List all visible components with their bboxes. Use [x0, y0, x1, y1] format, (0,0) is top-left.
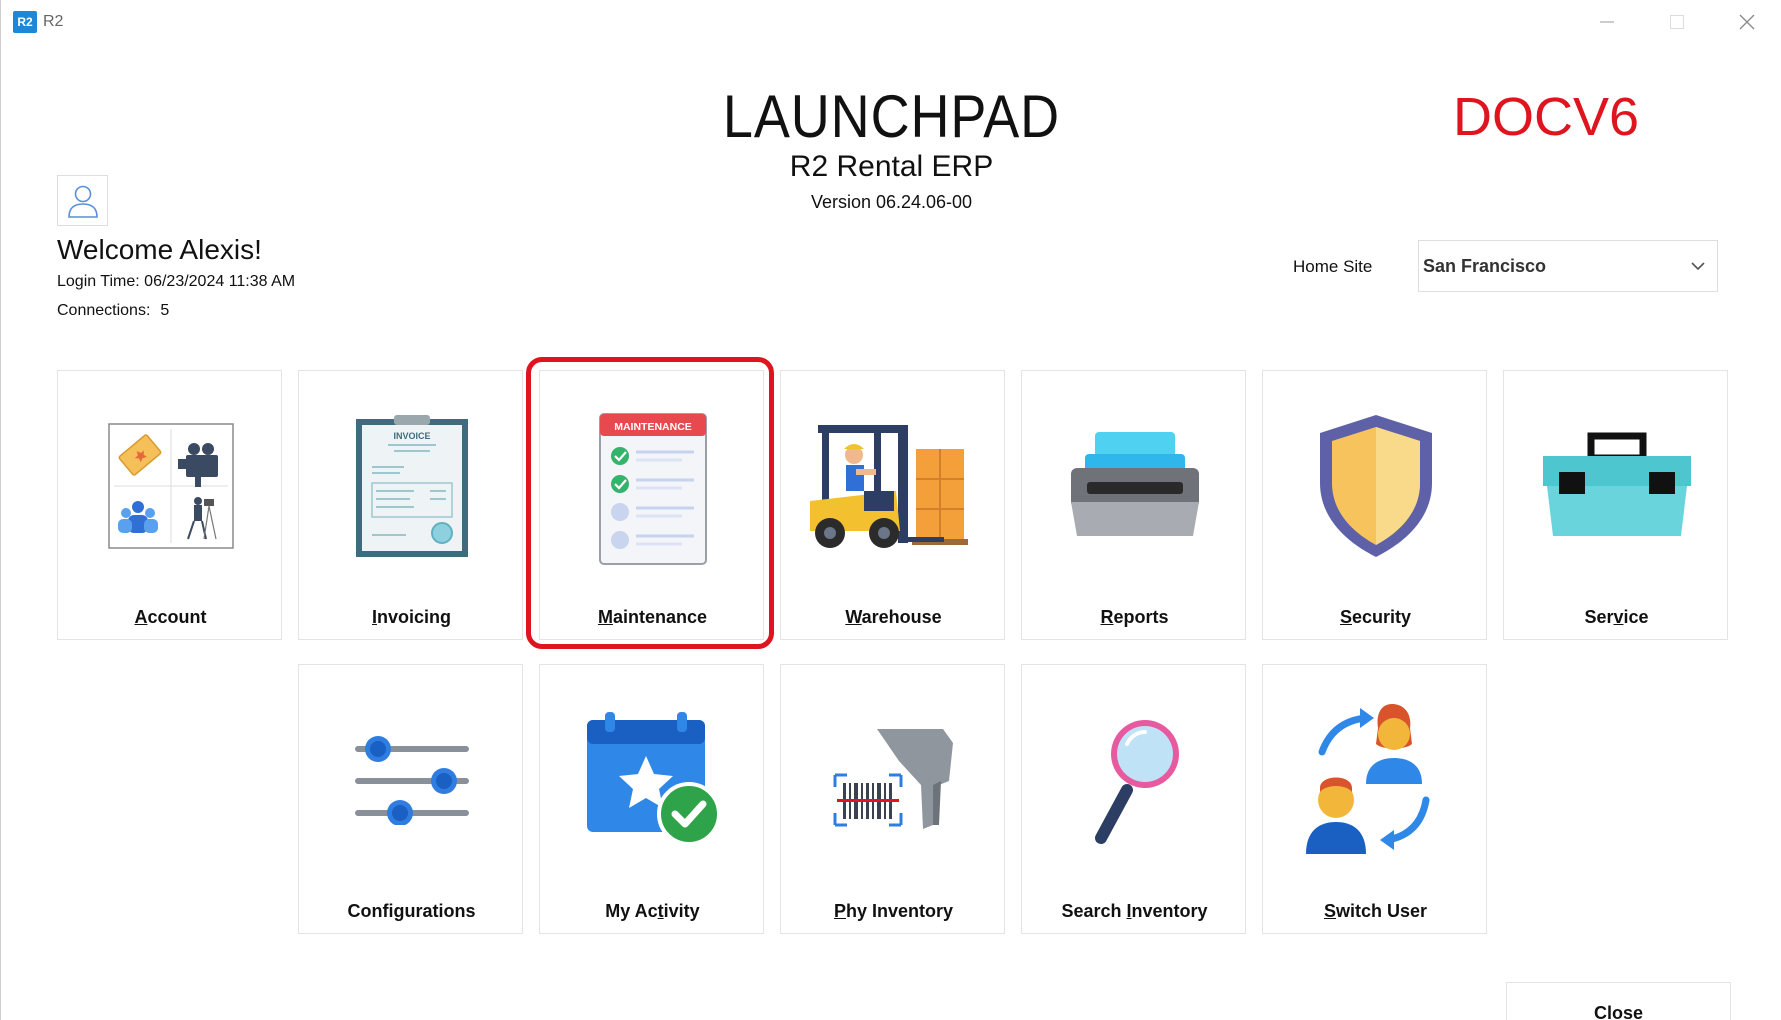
close-button[interactable]: Close — [1506, 982, 1731, 1020]
maximize-icon — [1670, 15, 1684, 29]
reports-label: Reports — [1100, 607, 1169, 627]
warehouse-tile[interactable]: Warehouse — [780, 370, 1005, 640]
configurations-label: Configurations — [347, 901, 476, 921]
service-tile[interactable]: Service — [1503, 370, 1728, 640]
magnifier-icon — [1094, 720, 1179, 844]
chevron-down-icon — [1691, 262, 1705, 271]
connections-label: Connections: — [57, 302, 151, 319]
shield-icon — [1319, 415, 1432, 557]
home-site-value: San Francisco — [1423, 255, 1547, 276]
version-label: Version 06.24.06-00 — [810, 192, 973, 212]
window-title: R2 — [43, 13, 64, 30]
account-label: Account — [134, 607, 207, 627]
minimize-button[interactable] — [1572, 0, 1642, 44]
launchpad-window: R2 R2 LAUNCHPAD R2 Rental ERP Version 06… — [0, 0, 1781, 1020]
search-inventory-label: Search Inventory — [1061, 901, 1208, 921]
sliders-icon — [354, 736, 469, 825]
forklift-icon — [809, 425, 968, 548]
account-icon — [107, 423, 234, 549]
barcode-scanner-icon — [833, 729, 953, 829]
product-name: R2 Rental ERP — [789, 150, 994, 183]
connections: Connections: 5 — [57, 302, 169, 320]
switch-user-icon — [1305, 704, 1429, 854]
account-tile[interactable]: Account — [57, 370, 282, 640]
close-icon — [1739, 14, 1755, 30]
invoice-header-text: INVOICE — [393, 431, 430, 441]
login-time-label: Login Time: — [57, 273, 140, 290]
welcome-message: Welcome Alexis! — [57, 234, 262, 265]
service-label: Service — [1584, 607, 1649, 627]
calendar-check-icon — [586, 712, 721, 846]
minimize-icon — [1600, 21, 1614, 23]
my-activity-label: My Activity — [605, 901, 700, 921]
login-time-value: 06/23/2024 11:38 AM — [144, 273, 296, 290]
window-controls — [1572, 0, 1781, 44]
invoice-icon: INVOICE — [355, 415, 468, 557]
security-label: Security — [1339, 607, 1412, 627]
search-inventory-tile[interactable]: Search Inventory — [1021, 664, 1246, 934]
phy-inventory-tile[interactable]: Phy Inventory — [780, 664, 1005, 934]
home-site-label: Home Site — [1293, 257, 1373, 276]
invoicing-tile[interactable]: INVOICE Invoicing — [298, 370, 523, 640]
warehouse-label: Warehouse — [845, 607, 942, 627]
maintenance-label: Maintenance — [597, 607, 708, 627]
home-site-dropdown[interactable]: San Francisco — [1418, 240, 1718, 292]
security-tile[interactable]: Security — [1262, 370, 1487, 640]
switch-user-tile[interactable]: Switch User — [1262, 664, 1487, 934]
maintenance-tile[interactable]: MAINTENANCE Maintenance — [539, 370, 764, 640]
configurations-tile[interactable]: Configurations — [298, 664, 523, 934]
maximize-button[interactable] — [1642, 0, 1712, 44]
connections-value: 5 — [160, 302, 170, 319]
environment-label: DOCV6 — [1453, 87, 1640, 147]
phy-inventory-label: Phy Inventory — [833, 901, 954, 921]
printer-icon — [1070, 432, 1199, 536]
maintenance-checklist-icon: MAINTENANCE — [598, 413, 707, 565]
reports-tile[interactable]: Reports — [1021, 370, 1246, 640]
title-bar: R2 R2 — [1, 0, 1781, 44]
close-window-button[interactable] — [1712, 0, 1781, 44]
avatar[interactable] — [57, 175, 108, 226]
maintenance-badge-text: MAINTENANCE — [614, 421, 692, 433]
toolbox-icon — [1542, 432, 1691, 536]
my-activity-tile[interactable]: My Activity — [539, 664, 764, 934]
invoicing-label: Invoicing — [371, 607, 452, 627]
login-time: Login Time: 06/23/2024 11:38 AM — [57, 273, 295, 291]
app-logo-icon: R2 — [13, 11, 37, 33]
user-icon — [67, 185, 98, 218]
switch-user-label: Switch User — [1323, 901, 1428, 921]
